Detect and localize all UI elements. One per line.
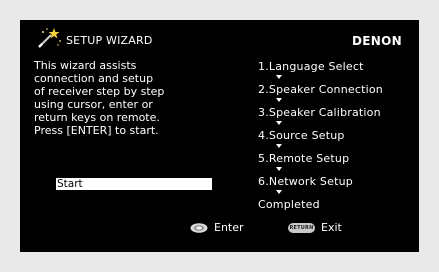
step-language-select: 1.Language Select: [258, 60, 364, 73]
intro-text: This wizard assists connection and setup…: [34, 59, 224, 137]
page-title: SETUP WIZARD: [66, 34, 153, 47]
step-network-setup: 6.Network Setup: [258, 175, 353, 188]
down-arrow-icon: [276, 98, 282, 102]
intro-line: connection and setup: [34, 72, 154, 85]
step-remote-setup: 5.Remote Setup: [258, 152, 350, 165]
intro-line: return keys on remote.: [34, 111, 160, 124]
intro-line: using cursor, enter or: [34, 98, 153, 111]
intro-line: of receiver step by step: [34, 85, 165, 98]
enter-button-icon: [190, 222, 208, 233]
brand-logo: DENON: [352, 34, 402, 48]
step-completed: Completed: [258, 198, 320, 211]
intro-line: Press [ENTER] to start.: [34, 124, 159, 137]
step-speaker-calibration: 3.Speaker Calibration: [258, 106, 381, 119]
step-source-setup: 4.Source Setup: [258, 129, 345, 142]
setup-wizard-screen: SETUP WIZARD DENON This wizard assists c…: [20, 20, 419, 252]
start-button[interactable]: Start: [56, 178, 212, 190]
exit-hint: RETURN Exit: [288, 221, 342, 234]
intro-line: This wizard assists: [34, 59, 137, 72]
down-arrow-icon: [276, 75, 282, 79]
down-arrow-icon: [276, 121, 282, 125]
exit-label: Exit: [321, 221, 342, 234]
down-arrow-icon: [276, 144, 282, 148]
down-arrow-icon: [276, 190, 282, 194]
step-speaker-connection: 2.Speaker Connection: [258, 83, 383, 96]
down-arrow-icon: [276, 167, 282, 171]
start-button-label: Start: [57, 178, 83, 190]
enter-label: Enter: [214, 221, 244, 234]
enter-hint: Enter: [190, 221, 244, 234]
magic-wand-icon: [38, 28, 61, 48]
return-key-icon: RETURN: [288, 222, 315, 233]
